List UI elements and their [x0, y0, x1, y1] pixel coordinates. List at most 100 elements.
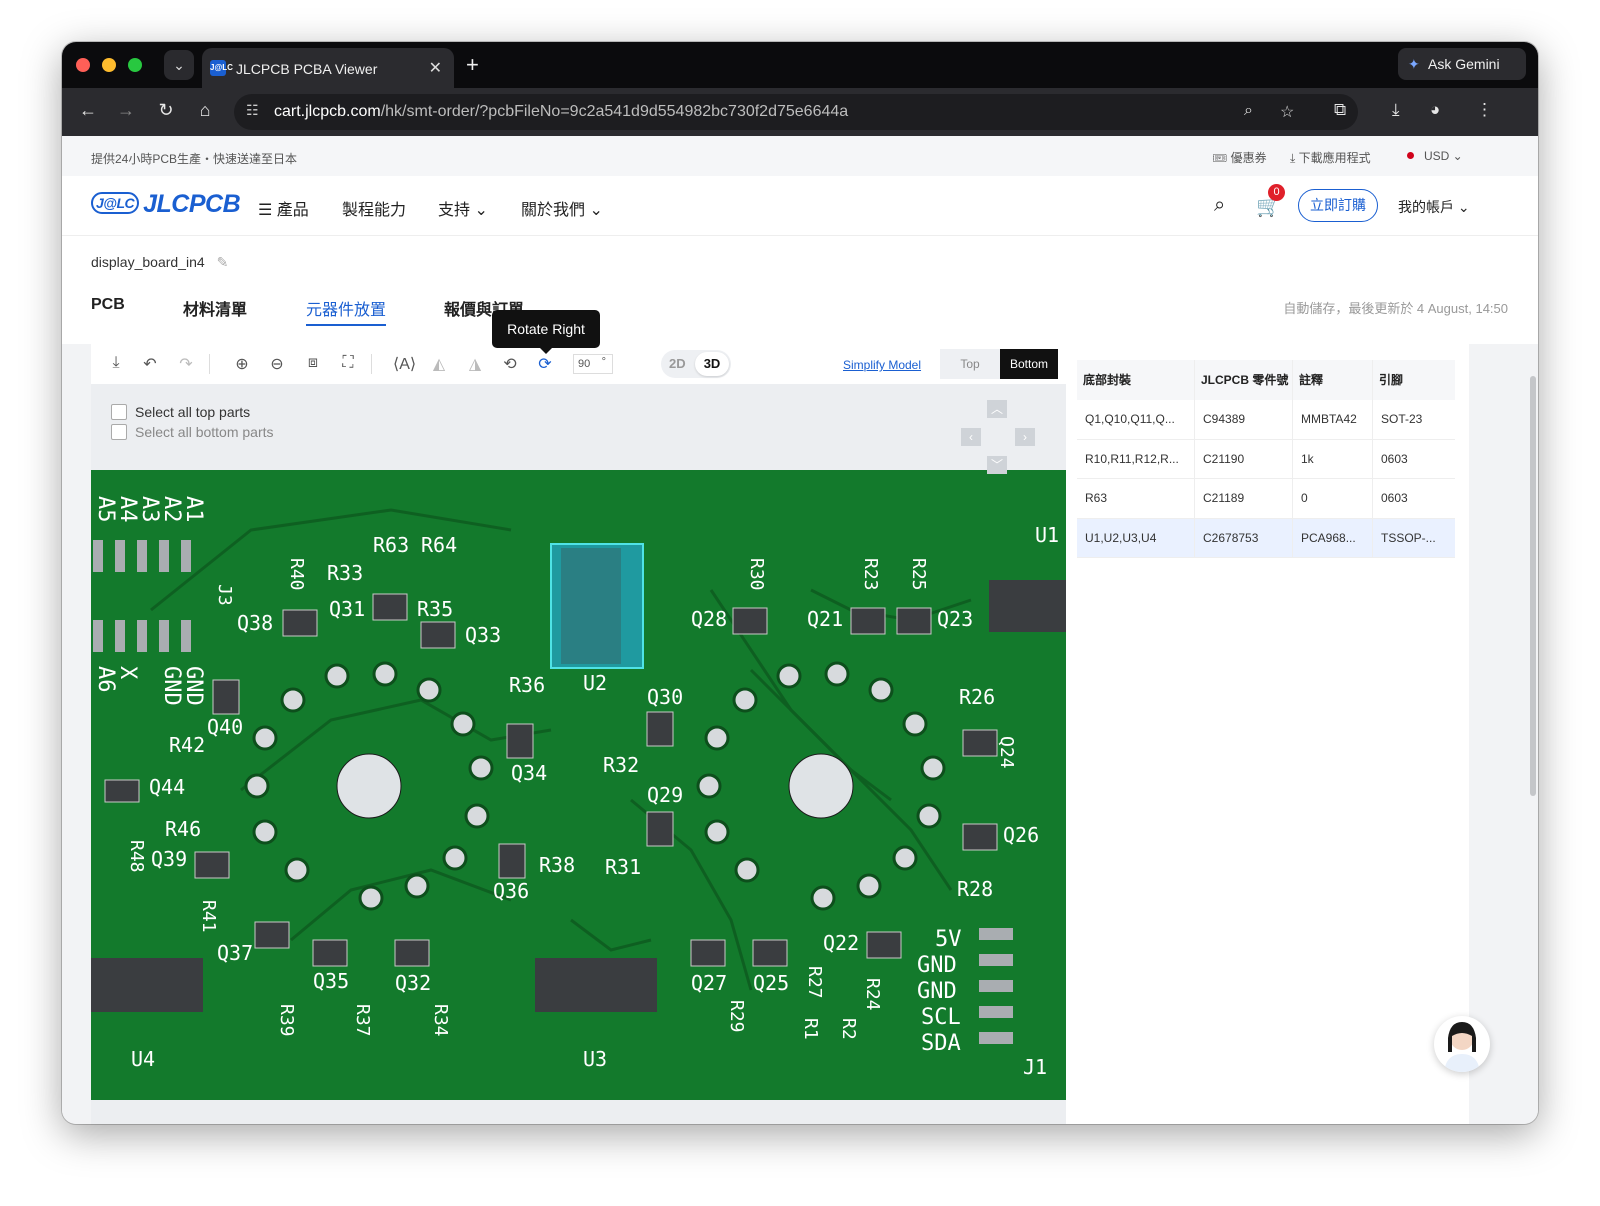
browser-menu-kebab-icon[interactable]: ⋮ [1476, 100, 1493, 120]
zoom-magnifier-icon[interactable]: ⌕ [1244, 102, 1253, 120]
bom-header-cell[interactable]: 註釋 [1293, 360, 1373, 400]
reload-icon[interactable]: ↻ [154, 100, 178, 121]
pcb-canvas-area[interactable]: Select all top parts Select all bottom p… [91, 384, 1066, 1124]
side-top-button[interactable]: Top [940, 349, 1000, 379]
minimize-window-button[interactable] [102, 58, 116, 72]
rotation-angle-input[interactable]: 90 ° [573, 354, 613, 374]
announcement-text: 提供24小時PCB生產・快速送達至日本 [91, 152, 298, 166]
rotate-right-icon[interactable]: ⟳ [534, 354, 556, 374]
pan-right-chevron-icon[interactable]: › [1015, 428, 1035, 446]
site-settings-icon[interactable]: ☷ [246, 102, 259, 119]
zoom-in-icon[interactable]: ⊕ [231, 354, 253, 374]
order-now-button[interactable]: 立即訂購 [1298, 189, 1378, 222]
table-row-selected[interactable]: U1,U2,U3,U4 C2678753 PCA968... TSSOP-... [1077, 518, 1455, 558]
pcb-ref-label: Q44 [149, 775, 185, 799]
bom-cell: TSSOP-... [1381, 530, 1436, 545]
account-menu[interactable]: 我的帳戶 ⌄ [1398, 197, 1470, 217]
pcb-ref-label: Q24 [996, 736, 1017, 769]
close-window-button[interactable] [76, 58, 90, 72]
address-bar[interactable]: ☷ cart.jlcpcb.com/hk/smt-order/?pcbFileN… [234, 94, 1358, 130]
currency-selector[interactable]: USD ⌄ [1407, 149, 1463, 163]
pan-left-chevron-icon[interactable]: ‹ [961, 428, 981, 446]
home-icon[interactable]: ⌂ [193, 100, 217, 121]
pcb-ref-label: Q37 [217, 941, 253, 965]
nav-support[interactable]: 支持 ⌄ [438, 196, 488, 220]
coupon-link[interactable]: 🎟 優惠券 [1212, 149, 1267, 166]
pcb-ref-label: R37 [352, 1004, 373, 1037]
jlcpcb-logo[interactable]: J@LC JLCPCB [91, 190, 241, 219]
rotate-left-icon[interactable]: ⟲ [499, 354, 521, 374]
pcb-ref-label: R32 [603, 753, 639, 777]
zoom-area-icon[interactable]: ⧈ [302, 354, 324, 372]
tab-component-placement[interactable]: 元器件放置 [306, 296, 387, 326]
pcb-ref-label: Q23 [937, 607, 973, 631]
bookmark-star-icon[interactable]: ☆ [1280, 102, 1294, 122]
tab-close-icon[interactable]: ✕ [429, 58, 442, 78]
pcb-ref-label: R25 [908, 558, 929, 591]
fit-view-icon[interactable]: ⛶ [337, 354, 359, 372]
checkbox-box[interactable] [111, 424, 127, 440]
pan-up-chevron-icon[interactable]: ︿ [987, 400, 1007, 418]
select-all-bottom-checkbox[interactable]: Select all bottom parts [111, 424, 274, 440]
bom-cell: Q1,Q10,Q11,Q... [1077, 400, 1195, 439]
download-app-link[interactable]: ⤓ 下載應用程式 [1290, 149, 1371, 166]
new-tab-plus-icon[interactable]: + [466, 52, 479, 78]
table-row[interactable]: R63 C21189 0 0603 [1077, 479, 1455, 519]
back-arrow-icon[interactable]: ← [76, 100, 100, 121]
j1-pin-label: 5V [935, 927, 962, 952]
pcb-ref-label: U3 [583, 1047, 607, 1071]
browser-window: ⌄ J@LC JLCPCB PCBA Viewer ✕ + ✦ Ask Gemi… [62, 42, 1538, 1124]
forward-arrow-icon[interactable]: → [114, 100, 138, 121]
maximize-window-button[interactable] [128, 58, 142, 72]
export-download-icon[interactable]: ⤓ [105, 354, 127, 372]
header-pin-label: A6 [93, 666, 118, 693]
table-row[interactable]: R10,R11,R12,R... C21190 1k 0603 [1077, 439, 1455, 479]
tab-search-chevron-down-icon[interactable]: ⌄ [164, 50, 194, 80]
download-icon[interactable]: ⤓ [1392, 100, 1400, 120]
mode-3d-button[interactable]: 3D [695, 352, 729, 376]
bom-header-cell[interactable]: 底部封裝 [1077, 360, 1195, 400]
extensions-puzzle-icon[interactable]: ⧉ [1334, 100, 1346, 120]
pcb-ref-label: Q40 [207, 715, 243, 739]
page-scrollbar[interactable] [1530, 376, 1536, 796]
zoom-out-icon[interactable]: ⊖ [266, 354, 288, 374]
tab-bom[interactable]: 材料清單 [183, 296, 247, 320]
edit-pencil-icon[interactable]: ✎ [217, 254, 229, 270]
checkbox-box[interactable] [111, 404, 127, 420]
redo-icon[interactable]: ↷ [175, 354, 197, 374]
mounting-holes [336, 753, 854, 819]
table-row[interactable]: Q1,Q10,Q11,Q... C94389 MMBTA42 SOT-23 [1077, 400, 1455, 440]
browser-tab[interactable]: J@LC JLCPCB PCBA Viewer ✕ [202, 48, 454, 88]
nav-products[interactable]: ☰ 產品 [258, 196, 309, 220]
select-all-top-checkbox[interactable]: Select all top parts [111, 404, 250, 420]
bom-header-cell[interactable]: JLCPCB 零件號 [1195, 360, 1293, 400]
support-chat-avatar[interactable] [1434, 1016, 1490, 1072]
tab-pcb[interactable]: PCB [91, 296, 125, 314]
nav-capabilities[interactable]: 製程能力 [342, 196, 406, 220]
flip-vertical-icon[interactable]: ◮ [464, 354, 486, 374]
pan-down-chevron-icon[interactable]: ﹀ [987, 456, 1007, 474]
j1-pin-label: GND [917, 953, 957, 978]
profile-avatar-icon[interactable]: ◕ [1430, 100, 1440, 120]
pcb-ref-label: R36 [509, 673, 545, 697]
undo-icon[interactable]: ↶ [139, 354, 161, 374]
bom-cell: PCA968... [1293, 518, 1373, 557]
mode-2d-button[interactable]: 2D [669, 356, 686, 371]
pcb-ref-label: Q38 [237, 611, 273, 635]
nav-about[interactable]: 關於我們 ⌄ [521, 196, 603, 220]
pcb-ref-label: Q33 [465, 623, 501, 647]
simplify-model-link[interactable]: Simplify Model [843, 358, 921, 372]
bom-table-header: 底部封裝 JLCPCB 零件號 註釋 引腳 [1077, 360, 1455, 400]
pcb-board[interactable]: R63 R64 R33 Q31 R35 Q33 Q38 Q40 R42 Q44 … [91, 470, 1066, 1100]
site-header: J@LC JLCPCB ☰ 產品 製程能力 支持 ⌄ 關於我們 ⌄ ⌕ 🛒 0 立… [62, 176, 1538, 236]
side-bottom-button[interactable]: Bottom [1000, 349, 1058, 379]
ask-gemini-button[interactable]: ✦ Ask Gemini [1398, 48, 1526, 80]
flip-horizontal-icon[interactable]: ◭ [428, 354, 450, 374]
header-pin-label: A5 [93, 496, 118, 523]
text-select-icon[interactable]: ⟨A⟩ [393, 354, 416, 374]
coupon-ticket-icon: 🎟 [1212, 151, 1231, 165]
autosave-status: 自動儲存，最後更新於 4 August, 14:50 [1283, 301, 1508, 316]
pcb-ref-label: R64 [421, 533, 457, 557]
search-icon[interactable]: ⌕ [1214, 194, 1225, 217]
bom-header-cell[interactable]: 引腳 [1373, 360, 1455, 400]
